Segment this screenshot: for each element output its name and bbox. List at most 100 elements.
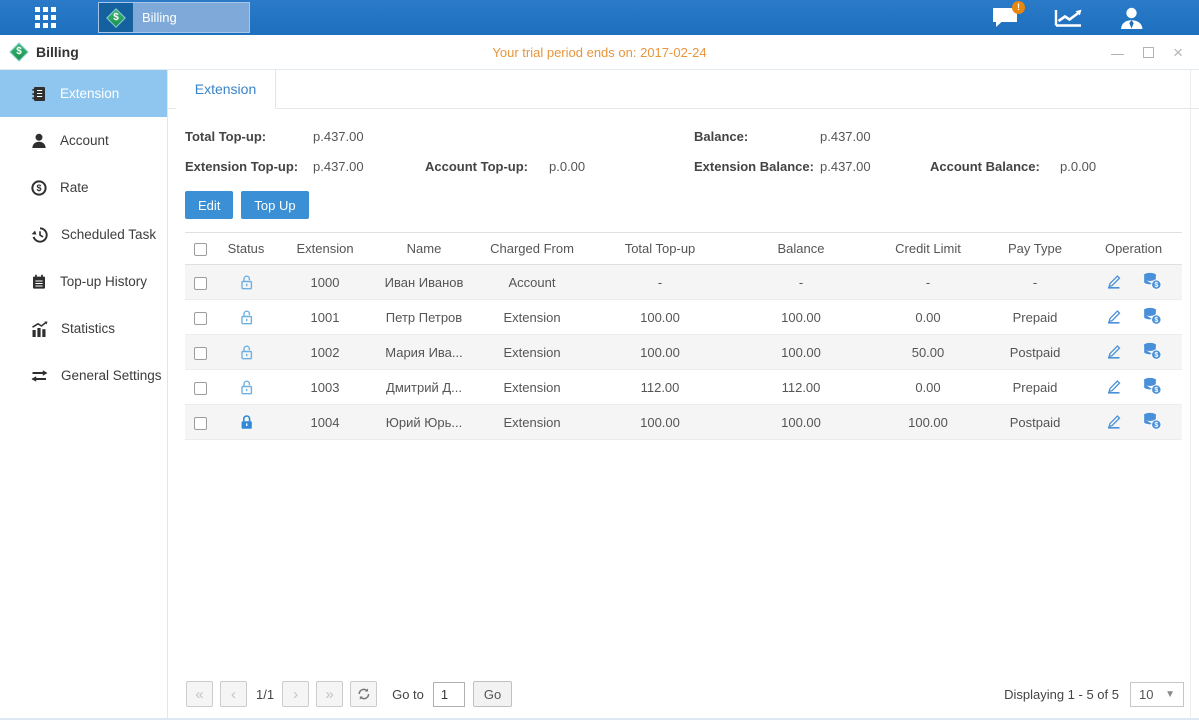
cell-pay-type: Postpaid <box>985 405 1085 440</box>
page-size-select[interactable]: 10 ▼ <box>1130 682 1184 707</box>
edit-button[interactable]: Edit <box>185 191 233 219</box>
messages-icon[interactable]: ! <box>992 7 1018 28</box>
sidebar-item-label: Statistics <box>61 321 115 336</box>
table-row: 1000 Иван Иванов Account - - - - <box>185 265 1182 300</box>
svg-text:$: $ <box>36 183 41 193</box>
top-up-button[interactable]: Top Up <box>241 191 308 219</box>
pagination-bar: « ‹ 1/1 › » Go to Go Displaying 1 - 5 of… <box>168 670 1199 718</box>
cell-charged-from: Extension <box>475 405 589 440</box>
trial-notice: Your trial period ends on: 2017-02-24 <box>492 45 706 60</box>
sidebar-item-extension[interactable]: Extension <box>0 70 167 117</box>
extension-balance-label: Extension Balance: <box>694 159 820 174</box>
prev-page-button[interactable]: ‹ <box>220 681 247 707</box>
user-account-icon[interactable] <box>1119 7 1144 29</box>
cell-name: Иван Иванов <box>373 265 475 300</box>
edit-row-icon[interactable] <box>1105 378 1122 397</box>
edit-row-icon[interactable] <box>1105 343 1122 362</box>
svg-text:$: $ <box>1154 282 1158 289</box>
cell-charged-from: Extension <box>475 370 589 405</box>
close-icon[interactable]: × <box>1173 47 1183 58</box>
topup-row-icon[interactable]: $ <box>1142 377 1162 398</box>
topup-row-icon[interactable]: $ <box>1142 342 1162 363</box>
cell-balance: 112.00 <box>731 370 871 405</box>
sidebar-item-account[interactable]: Account <box>0 117 167 164</box>
column-header-operation: Operation <box>1085 233 1182 265</box>
cell-checkbox <box>185 405 215 440</box>
sidebar-item-rate[interactable]: $ Rate <box>0 164 167 211</box>
cell-balance: 100.00 <box>731 335 871 370</box>
next-page-button[interactable]: › <box>282 681 309 707</box>
row-checkbox[interactable] <box>194 312 207 325</box>
cell-name: Мария Ива... <box>373 335 475 370</box>
edit-row-icon[interactable] <box>1105 308 1122 327</box>
sidebar-item-label: General Settings <box>61 368 162 383</box>
maximize-icon[interactable] <box>1143 47 1154 58</box>
cell-credit-limit: 0.00 <box>871 370 985 405</box>
action-buttons: Edit Top Up <box>168 174 1199 219</box>
edit-row-icon[interactable] <box>1105 413 1122 432</box>
cell-name: Юрий Юрь... <box>373 405 475 440</box>
sidebar-item-label: Extension <box>60 86 119 101</box>
topup-row-icon[interactable]: $ <box>1142 307 1162 328</box>
table-row: 1004 Юрий Юрь... Extension 100.00 100.00… <box>185 405 1182 440</box>
cell-balance: 100.00 <box>731 300 871 335</box>
table-row: 1001 Петр Петров Extension 100.00 100.00… <box>185 300 1182 335</box>
balance-summary: Total Top-up: p.437.00 Balance: p.437.00… <box>168 109 1199 174</box>
refresh-button[interactable] <box>350 681 377 707</box>
row-checkbox[interactable] <box>194 277 207 290</box>
window-title-group: $ Billing <box>12 44 79 60</box>
account-balance-label: Account Balance: <box>930 159 1060 174</box>
goto-page-input[interactable] <box>433 682 465 707</box>
ledger-icon <box>31 86 47 102</box>
edit-row-icon[interactable] <box>1105 273 1122 292</box>
cell-operation: $ <box>1085 335 1182 370</box>
first-page-button[interactable]: « <box>186 681 213 707</box>
refresh-icon <box>357 687 371 701</box>
tab-extension[interactable]: Extension <box>176 70 276 109</box>
column-header-charged-from: Charged From <box>475 233 589 265</box>
extensions-table: Status Extension Name Charged From Total… <box>185 232 1182 440</box>
topup-row-icon[interactable]: $ <box>1142 412 1162 433</box>
history-clock-icon <box>31 227 48 243</box>
taskbar-item-billing[interactable]: $ Billing <box>98 2 250 33</box>
page-size-value: 10 <box>1139 687 1153 702</box>
header-select-all <box>185 233 215 265</box>
extension-balance-value: p.437.00 <box>820 159 930 174</box>
cell-operation: $ <box>1085 405 1182 440</box>
sliders-icon <box>31 368 48 384</box>
sidebar-item-topup-history[interactable]: Top-up History <box>0 258 167 305</box>
cell-pay-type: Postpaid <box>985 335 1085 370</box>
billing-window: $ Billing ! $ Billing Your trial period … <box>0 0 1199 720</box>
person-icon <box>31 133 47 149</box>
cell-total-topup: 112.00 <box>589 370 731 405</box>
unlocked-icon <box>238 344 255 361</box>
column-header-status: Status <box>215 233 277 265</box>
app-grid-icon[interactable] <box>35 7 56 28</box>
tab-label: Extension <box>195 81 256 97</box>
taskbar-item-label: Billing <box>142 10 177 25</box>
sidebar-item-general-settings[interactable]: General Settings <box>0 352 167 399</box>
reports-chart-icon[interactable] <box>1054 8 1083 28</box>
minimize-icon[interactable] <box>1111 54 1124 55</box>
topup-row-icon[interactable]: $ <box>1142 272 1162 293</box>
main-panel: Extension Total Top-up: p.437.00 Balance… <box>168 70 1199 718</box>
svg-text:$: $ <box>1154 352 1158 359</box>
cell-charged-from: Extension <box>475 335 589 370</box>
go-button[interactable]: Go <box>473 681 512 707</box>
last-page-button[interactable]: » <box>316 681 343 707</box>
cell-extension: 1004 <box>277 405 373 440</box>
cell-total-topup: - <box>589 265 731 300</box>
row-checkbox[interactable] <box>194 347 207 360</box>
cell-checkbox <box>185 265 215 300</box>
notification-badge: ! <box>1012 1 1025 14</box>
row-checkbox[interactable] <box>194 417 207 430</box>
sidebar-item-scheduled-task[interactable]: Scheduled Task <box>0 211 167 258</box>
sidebar-item-statistics[interactable]: Statistics <box>0 305 167 352</box>
topbar-actions: ! <box>992 7 1144 29</box>
cell-total-topup: 100.00 <box>589 300 731 335</box>
window-title: Billing <box>36 44 79 60</box>
select-all-checkbox[interactable] <box>194 243 207 256</box>
extensions-table-wrap: Status Extension Name Charged From Total… <box>185 232 1182 670</box>
row-checkbox[interactable] <box>194 382 207 395</box>
cell-name: Петр Петров <box>373 300 475 335</box>
